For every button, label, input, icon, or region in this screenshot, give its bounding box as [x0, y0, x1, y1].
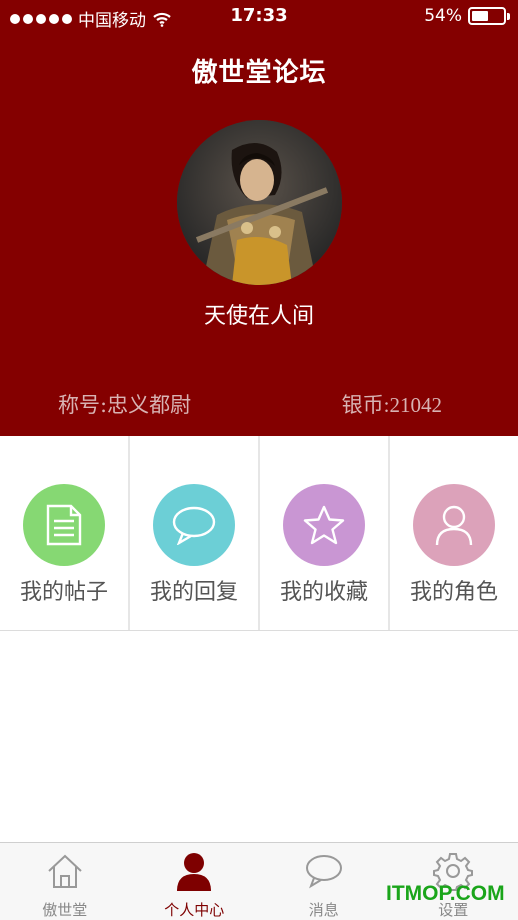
menu-my-replies[interactable]: 我的回复	[130, 436, 260, 630]
page-title: 傲世堂论坛	[191, 58, 327, 88]
menu-icon-bg	[153, 484, 235, 566]
battery-icon	[468, 7, 510, 25]
message-icon	[305, 855, 342, 889]
watermark: ITMOP.COM	[386, 882, 505, 905]
user-icon	[435, 505, 473, 546]
tab-home[interactable]: 傲世堂	[0, 843, 130, 920]
status-right: 54%	[424, 6, 510, 26]
menu-label: 我的回复	[149, 580, 238, 605]
menu-my-posts[interactable]: 我的帖子	[0, 436, 130, 630]
menu-my-roles[interactable]: 我的角色	[390, 436, 518, 630]
tab-bar: 傲世堂 个人中心 消息 设置	[0, 842, 518, 920]
menu-label: 我的收藏	[279, 580, 368, 605]
status-bar: 中国移动 17:33 54%	[0, 0, 518, 34]
username: 天使在人间	[203, 304, 314, 329]
menu-icon-bg	[23, 484, 105, 566]
battery-percent: 54%	[424, 6, 462, 26]
home-icon	[48, 854, 82, 888]
coins-label: 银币:21042	[341, 393, 442, 417]
person-icon	[177, 853, 212, 891]
star-icon	[303, 505, 345, 545]
tab-label: 消息	[308, 901, 339, 919]
profile-header: 中国移动 17:33 54% 傲世堂论坛 天使在人间 称号:忠义都尉 银币:21…	[0, 0, 518, 436]
document-icon	[46, 504, 82, 546]
menu-label: 我的帖子	[19, 580, 108, 605]
menu-grid: 我的帖子 我的回复 我的收藏 我的角色	[0, 436, 518, 631]
speech-bubble-icon	[172, 506, 216, 545]
avatar-image	[177, 120, 342, 285]
menu-icon-bg	[283, 484, 365, 566]
menu-my-favorites[interactable]: 我的收藏	[260, 436, 390, 630]
menu-icon-bg	[413, 484, 495, 566]
avatar[interactable]	[177, 120, 342, 285]
rank-label: 称号:忠义都尉	[58, 393, 192, 417]
tab-label: 傲世堂	[42, 901, 88, 919]
tab-label: 个人中心	[164, 901, 225, 919]
tab-profile[interactable]: 个人中心	[130, 843, 260, 920]
menu-label: 我的角色	[409, 580, 498, 605]
tab-messages[interactable]: 消息	[259, 843, 389, 920]
